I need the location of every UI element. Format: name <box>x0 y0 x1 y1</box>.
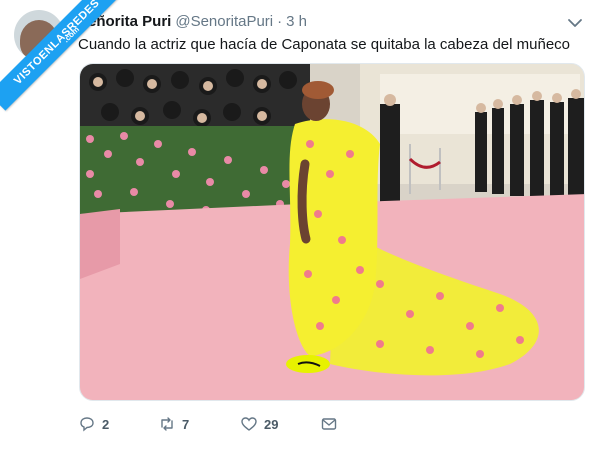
chevron-down-icon[interactable] <box>566 14 584 32</box>
retweet-icon <box>161 417 173 431</box>
reply-icon <box>80 417 94 432</box>
reply-button[interactable]: 2 <box>78 414 109 434</box>
tweet-card[interactable]: Señorita Puri @SenoritaPuri · 3 h Cuando… <box>0 0 604 449</box>
mail-icon <box>321 418 337 430</box>
like-count: 29 <box>264 416 279 432</box>
like-button[interactable]: 29 <box>240 414 278 434</box>
tweet-header: Señorita Puri @SenoritaPuri · 3 h <box>78 13 307 35</box>
timestamp[interactable]: 3 h <box>286 13 307 30</box>
tweet-photo[interactable] <box>79 63 585 401</box>
tweet-text: Cuando la actriz que hacía de Caponata s… <box>78 36 571 53</box>
separator: · <box>277 13 283 30</box>
retweet-button[interactable]: 7 <box>158 414 189 434</box>
share-button[interactable] <box>320 414 338 434</box>
author-handle[interactable]: @SenoritaPuri <box>175 13 273 30</box>
photo-image <box>80 64 584 400</box>
reply-count: 2 <box>102 416 110 432</box>
heart-icon <box>241 417 257 431</box>
retweet-count: 7 <box>182 416 190 432</box>
tweet-actions: 2 7 29 <box>78 414 378 434</box>
